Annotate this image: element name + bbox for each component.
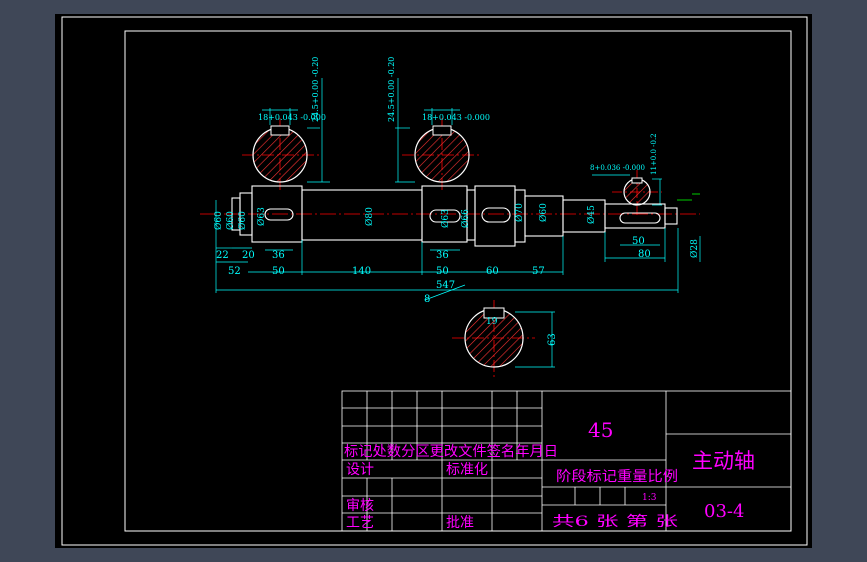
stage-mark-label: 阶段标记重量比例 (556, 469, 678, 485)
dim-dia-5: Ø80 (364, 207, 375, 226)
dim-len-140: 140 (352, 266, 371, 277)
section-left-dim: 24.5+0.00 -0.20 (311, 57, 320, 122)
dim-dia-2: Ø60 (225, 211, 236, 230)
dim-note-8: 8 (424, 294, 430, 305)
dim-len-60: 60 (486, 266, 499, 277)
dim-len-20: 20 (242, 250, 255, 261)
section-mid-tolerance: 18+0.043 -0.000 (422, 113, 490, 122)
dim-len-52: 52 (228, 266, 241, 277)
process-label: 工艺 (346, 515, 374, 531)
dim-len-547: 547 (436, 280, 455, 291)
dim-dia-10: Ø45 (586, 205, 597, 224)
dim-len-36b: 36 (436, 250, 449, 261)
standardize-label: 标准化 (446, 462, 488, 478)
material-label: 45 (588, 418, 613, 442)
revision-header: 标记处数分区更改文件签名年月日 (344, 443, 558, 460)
dim-len-36a: 36 (272, 250, 285, 261)
dim-dia-1: Ø60 (213, 211, 224, 230)
dim-dia-8: Ø70 (514, 203, 525, 222)
approve-label: 批准 (446, 515, 474, 531)
dim-len-57: 57 (532, 266, 545, 277)
review-label: 审核 (346, 498, 374, 514)
dim-dia-6: Ø63 (440, 209, 451, 228)
drawing-sheet: 18+0.043 -0.000 24.5+0.00 -0.20 18+0.043… (55, 14, 812, 548)
dim-len-22: 22 (216, 250, 229, 261)
scale-value: 1:3 (642, 493, 657, 503)
dim-dia-9: Ø60 (538, 203, 549, 222)
drawing-number: 03-4 (704, 501, 744, 522)
dim-len-50b: 50 (436, 266, 449, 277)
dim-len-50c: 50 (632, 236, 645, 247)
dim-len-80: 80 (638, 249, 651, 260)
design-label: 设计 (346, 462, 374, 478)
dim-dia-11: Ø28 (689, 239, 700, 258)
dim-dia-3: Ø60 (237, 211, 248, 230)
section-right-tolerance: 8+0.036 -0.000 (590, 164, 645, 172)
section-bottom-key: 19 (486, 317, 498, 327)
section-bottom-dim: 63 (547, 333, 558, 346)
sheet-count: 共6 张 第 张 (552, 513, 678, 530)
part-name: 主动轴 (692, 449, 755, 473)
section-right-dim: 11+0.0 -0.2 (650, 133, 658, 175)
dim-dia-7: Ø66 (460, 209, 471, 228)
dim-dia-4: Ø63 (256, 207, 267, 226)
section-mid-dim: 24.5+0.00 -0.20 (387, 57, 396, 122)
dim-len-50a: 50 (272, 266, 285, 277)
